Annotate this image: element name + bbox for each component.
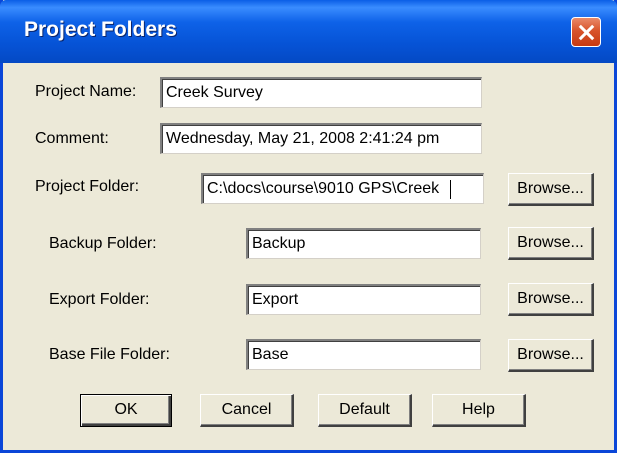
project-name-label: Project Name: — [35, 83, 137, 100]
help-button[interactable]: Help — [432, 394, 526, 427]
backup-folder-label: Backup Folder: — [49, 235, 157, 252]
backup-folder-input[interactable]: Backup — [246, 228, 481, 259]
project-folders-dialog: Project Folders Project Name: Creek Surv… — [0, 0, 617, 453]
backup-folder-browse-button[interactable]: Browse... — [508, 227, 594, 260]
project-folder-input[interactable]: C:\docs\course\9010 GPS\Creek — [201, 173, 484, 204]
dialog-title: Project Folders — [24, 18, 177, 41]
base-file-folder-label: Base File Folder: — [49, 346, 170, 363]
text-caret — [450, 180, 451, 199]
project-name-input[interactable]: Creek Survey — [160, 77, 482, 108]
ok-button[interactable]: OK — [80, 394, 172, 427]
close-icon[interactable] — [571, 17, 601, 47]
cancel-button[interactable]: Cancel — [200, 394, 294, 427]
export-folder-input[interactable]: Export — [246, 284, 481, 315]
default-button[interactable]: Default — [318, 394, 412, 427]
title-bar[interactable]: Project Folders — [0, 0, 617, 63]
export-folder-label: Export Folder: — [49, 291, 150, 308]
base-file-folder-input[interactable]: Base — [246, 339, 481, 370]
base-file-folder-browse-button[interactable]: Browse... — [508, 339, 594, 372]
export-folder-browse-button[interactable]: Browse... — [508, 283, 594, 316]
project-folder-label: Project Folder: — [35, 178, 140, 195]
comment-input[interactable]: Wednesday, May 21, 2008 2:41:24 pm — [160, 123, 482, 154]
comment-label: Comment: — [35, 130, 109, 147]
project-folder-browse-button[interactable]: Browse... — [508, 173, 594, 206]
